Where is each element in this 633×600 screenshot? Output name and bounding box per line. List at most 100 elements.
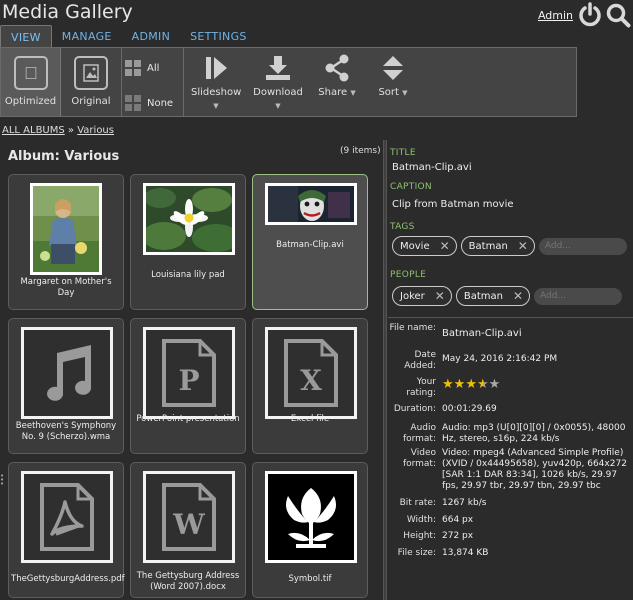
- date-added-value: May 24, 2016 2:16:42 PM: [442, 354, 558, 364]
- panel-splitter[interactable]: [383, 140, 387, 600]
- select-none-label: None: [147, 97, 174, 109]
- thumbnail-tile[interactable]: Louisiana lily pad: [130, 174, 246, 310]
- add-person-input[interactable]: [534, 287, 623, 305]
- thumbnail-tile-selected[interactable]: Batman-Clip.avi: [252, 174, 368, 310]
- star-icon[interactable]: ★: [465, 378, 477, 391]
- image-thumbnail: [265, 471, 357, 563]
- download-icon: [266, 56, 290, 80]
- share-icon: [325, 54, 349, 82]
- person-chip: Joker ✕: [392, 286, 452, 306]
- toolbar-divider: [121, 48, 122, 116]
- optimized-label: Optimized: [4, 96, 57, 107]
- thumbnail-tile[interactable]: X Excel file: [252, 318, 368, 454]
- star-icon[interactable]: ★: [442, 378, 454, 391]
- sort-icon: [383, 56, 403, 80]
- tab-manage[interactable]: MANAGE: [52, 25, 122, 49]
- caption-value[interactable]: Clip from Batman movie: [392, 199, 514, 210]
- select-all-button[interactable]: All: [125, 58, 181, 78]
- sort-button[interactable]: Sort ▼: [371, 54, 415, 98]
- title-label: TITLE: [390, 148, 416, 158]
- slideshow-button[interactable]: Slideshow ▼: [191, 54, 241, 110]
- album-title: Album: Various: [8, 149, 120, 164]
- view-toolbar: Optimized Original All None Slideshow ▼ …: [0, 47, 577, 117]
- date-added-key: Date Added:: [404, 350, 436, 371]
- search-icon[interactable]: [605, 2, 631, 28]
- download-button[interactable]: Download ▼: [253, 54, 303, 110]
- excel-file-icon: X: [265, 327, 357, 419]
- select-none-icon: [125, 95, 141, 111]
- thumbnail-tile[interactable]: Beethoven's Symphony No. 9 (Scherzo).wma: [8, 318, 124, 454]
- breadcrumb-all-albums[interactable]: ALL ALBUMS: [2, 125, 65, 136]
- remove-person-icon[interactable]: ✕: [435, 289, 445, 303]
- file-size-value: 13,874 KB: [442, 548, 489, 558]
- duration-value: 00:01:29.69: [442, 404, 497, 414]
- thumbnail-caption: The Gettysburg Address (Word 2007).docx: [136, 571, 240, 592]
- half-star-icon[interactable]: ★: [477, 378, 489, 391]
- original-icon: [74, 56, 108, 90]
- file-name-key: File name:: [389, 323, 436, 333]
- thumbnail-tile[interactable]: Symbol.tif: [252, 462, 368, 598]
- thumbnail-tile[interactable]: Margaret on Mother's Day: [8, 174, 124, 310]
- pdf-file-icon: [21, 471, 113, 563]
- tab-settings[interactable]: SETTINGS: [180, 25, 257, 49]
- tag-chip: Movie ✕: [392, 236, 457, 256]
- tag-chip: Batman ✕: [460, 236, 535, 256]
- breadcrumb-current[interactable]: Various: [77, 125, 114, 136]
- powerpoint-file-icon: P: [143, 327, 235, 419]
- bit-rate-value: 1267 kb/s: [442, 498, 487, 508]
- title-value[interactable]: Batman-Clip.avi: [392, 162, 472, 173]
- admin-link[interactable]: Admin: [538, 9, 573, 22]
- original-label: Original: [71, 96, 111, 107]
- photo-thumbnail: [142, 183, 240, 255]
- thumbnail-caption: Symbol.tif: [288, 574, 332, 584]
- remove-person-icon[interactable]: ✕: [513, 289, 523, 303]
- power-icon[interactable]: [577, 2, 603, 28]
- toolbar-divider: [183, 48, 184, 116]
- select-none-button[interactable]: None: [125, 93, 181, 113]
- optimized-button[interactable]: Optimized: [1, 48, 61, 116]
- share-caret-icon: ▼: [350, 89, 356, 97]
- optimized-icon: [13, 56, 48, 90]
- remove-tag-icon[interactable]: ✕: [440, 239, 450, 253]
- panel-grip-icon[interactable]: • • •: [0, 473, 4, 488]
- thumbnail-tile[interactable]: TheGettysburgAddress.pdf: [8, 462, 125, 598]
- star-icon[interactable]: ★: [454, 378, 466, 391]
- thumbnail-caption: Batman-Clip.avi: [276, 240, 344, 250]
- breadcrumb: ALL ALBUMS » Various: [2, 125, 114, 136]
- height-value: 272 px: [442, 531, 474, 541]
- remove-tag-icon[interactable]: ✕: [518, 239, 528, 253]
- download-label: Download: [253, 87, 303, 98]
- thumbnail-caption: Margaret on Mother's Day: [20, 277, 112, 298]
- empty-star-icon[interactable]: ★: [489, 378, 501, 391]
- video-format-value: Video: mpeg4 (Advanced Simple Profile) (…: [442, 448, 627, 491]
- share-button[interactable]: Share ▼: [315, 54, 359, 98]
- thumbnail-tile[interactable]: W The Gettysburg Address (Word 2007).doc…: [130, 462, 246, 598]
- video-thumbnail: [265, 183, 357, 225]
- svg-text:X: X: [300, 364, 322, 397]
- original-button[interactable]: Original: [63, 48, 119, 116]
- person-chip: Batman ✕: [455, 286, 531, 306]
- people-list: Joker ✕ Batman ✕: [392, 286, 623, 306]
- thumbnail-caption: PowerPoint presentation: [136, 414, 240, 424]
- audio-file-icon: [21, 327, 113, 419]
- rating-key: Your rating:: [406, 377, 436, 398]
- photo-thumbnail: [30, 183, 102, 275]
- thumbnail-caption: Louisiana lily pad: [151, 270, 225, 280]
- duration-key: Duration:: [393, 404, 436, 414]
- people-label: PEOPLE: [390, 270, 427, 280]
- add-tag-input[interactable]: [538, 237, 627, 255]
- breadcrumb-separator: »: [67, 125, 75, 136]
- sort-caret-icon: ▼: [402, 89, 408, 97]
- word-file-icon: W: [143, 471, 235, 563]
- thumbnail-grid: Margaret on Mother's Day Louisiana lily …: [8, 174, 374, 600]
- file-name-value: Batman-Clip.avi: [442, 328, 522, 339]
- thumbnail-caption: Excel file: [290, 414, 330, 424]
- tab-admin[interactable]: ADMIN: [122, 25, 180, 49]
- thumbnail-tile[interactable]: P PowerPoint presentation: [130, 318, 246, 454]
- thumbnail-caption: Beethoven's Symphony No. 9 (Scherzo).wma: [15, 421, 117, 442]
- tab-view[interactable]: VIEW: [0, 25, 52, 49]
- height-key: Height:: [403, 531, 436, 541]
- slideshow-label: Slideshow: [191, 87, 242, 98]
- star-rating[interactable]: ★ ★ ★ ★ ★: [442, 378, 500, 391]
- tags-label: TAGS: [390, 222, 415, 232]
